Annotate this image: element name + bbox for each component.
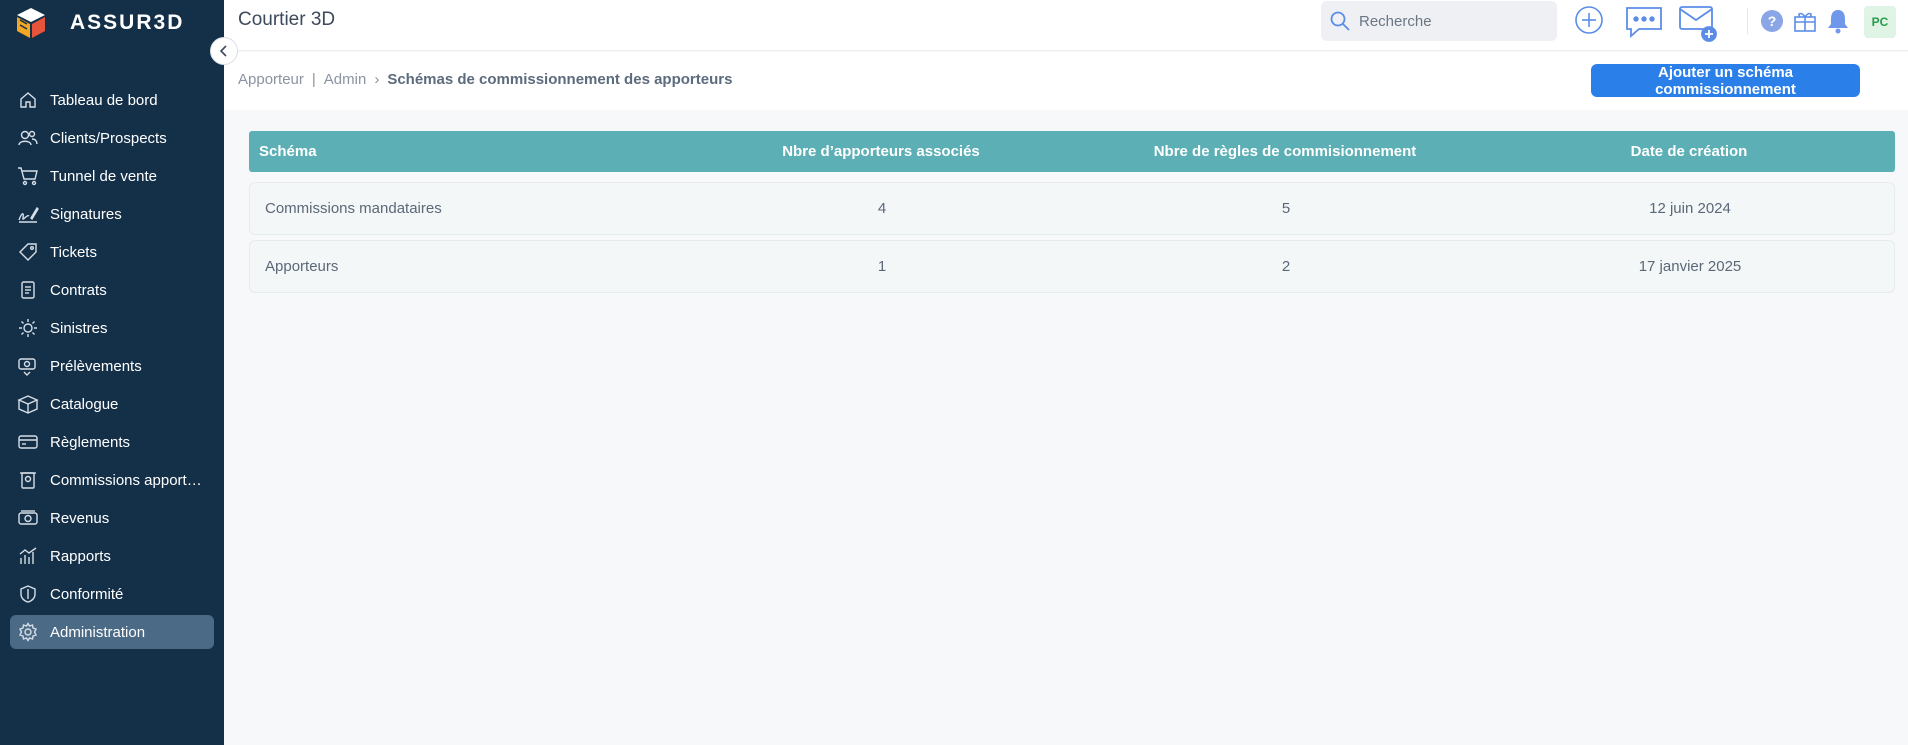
gift-icon [1794,12,1816,32]
sidebar-item-commissions-apporteurs[interactable]: Commissions apporteurs [10,463,214,497]
cell-apporteurs: 1 [877,258,887,275]
column-header-apporteurs[interactable]: Nbre d’apporteurs associés [679,143,1083,160]
sidebar-item-tunnel-de-vente[interactable]: Tunnel de vente [10,159,214,193]
sidebar-item-conformite[interactable]: Conformité [10,577,214,611]
help-icon: ? [1761,10,1783,32]
sidebar-item-label: Revenus [50,509,110,527]
gear-icon [16,620,40,644]
cell-schema: Apporteurs [265,258,339,275]
new-mail-button[interactable] [1678,4,1718,44]
sidebar-item-tickets[interactable]: Tickets [10,235,214,269]
top-header: Courtier 3D ? PC [224,0,1908,51]
bell-icon [1828,10,1848,34]
cell-date: 12 juin 2024 [1649,200,1731,217]
gift-button[interactable] [1792,7,1818,33]
cell-apporteurs: 4 [877,200,887,217]
breadcrumb: Apporteur | Admin › Schémas de commissio… [238,71,732,88]
breadcrumb-current: Schémas de commissionnement des apporteu… [387,71,733,88]
avatar[interactable]: PC [1864,6,1896,38]
search-box[interactable] [1321,1,1557,41]
commission-icon [16,468,40,492]
sidebar-item-rapports[interactable]: Rapports [10,539,214,573]
svg-text:?: ? [1768,13,1777,29]
sidebar-item-label: Commissions apporteurs [50,471,210,489]
catalog-icon [16,392,40,416]
help-button[interactable]: ? [1760,9,1784,33]
sidebar-item-clients-prospects[interactable]: Clients/Prospects [10,121,214,155]
sidebar-item-label: Tableau de bord [50,91,158,109]
sidebar-item-label: Rapports [50,547,111,565]
shield-icon [16,582,40,606]
sidebar-item-signatures[interactable]: Signatures [10,197,214,231]
breadcrumb-item-apporteur[interactable]: Apporteur [238,71,304,88]
sidebar-item-label: Règlements [50,433,131,451]
revenue-icon [16,506,40,530]
logo[interactable]: ASSUR3D [14,4,184,42]
column-header-date[interactable]: Date de création [1487,143,1891,160]
sidebar-item-administration[interactable]: Administration [10,615,214,649]
logo-cube-icon [17,8,45,38]
sidebar-nav: Tableau de bord Clients/Prospects Tunnel… [10,83,214,653]
chevron-right-icon: › [374,71,380,88]
table-row[interactable]: Apporteurs 1 2 17 janvier 2025 [249,240,1895,293]
home-icon [16,88,40,112]
table-header: Schéma Nbre d’apporteurs associés Nbre d… [249,131,1895,172]
column-header-regles[interactable]: Nbre de règles de commisionnement [1083,143,1487,160]
cart-icon [16,164,40,188]
sidebar: ASSUR3D Tableau de bord Clients/Prospect… [0,0,224,745]
breadcrumb-separator: | [311,71,316,88]
search-icon [1330,11,1350,31]
notifications-button[interactable] [1826,8,1850,34]
sidebar-item-label: Signatures [50,205,122,223]
debit-icon [16,354,40,378]
report-chart-icon [16,544,40,568]
claim-icon [16,316,40,340]
app-title: Courtier 3D [238,9,336,30]
sidebar-item-prelevements[interactable]: Prélèvements [10,349,214,383]
sidebar-item-label: Conformité [50,585,124,603]
add-commission-schema-button[interactable]: Ajouter un schéma commissionnement [1591,64,1860,98]
cell-regles: 5 [1281,200,1291,217]
payment-card-icon [16,430,40,454]
signature-icon [16,202,40,226]
sidebar-item-label: Tickets [50,243,97,261]
page-toolbar: Apporteur | Admin › Schémas de commissio… [224,52,1908,110]
sidebar-item-tableau-de-bord[interactable]: Tableau de bord [10,83,214,117]
users-icon [16,126,40,150]
cell-regles: 2 [1281,258,1291,275]
sidebar-item-catalogue[interactable]: Catalogue [10,387,214,421]
sidebar-item-label: Catalogue [50,395,119,413]
header-divider [1747,8,1748,34]
breadcrumb-item-admin[interactable]: Admin [324,71,367,88]
ticket-icon [16,240,40,264]
chevron-left-icon [219,45,227,57]
search-input[interactable] [1359,12,1539,30]
table-row[interactable]: Commissions mandataires 4 5 12 juin 2024 [249,182,1895,235]
logo-text: ASSUR3D [70,11,185,34]
contract-icon [16,278,40,302]
add-button[interactable] [1574,5,1604,35]
sidebar-item-label: Clients/Prospects [50,129,167,147]
column-header-schema[interactable]: Schéma [249,143,679,160]
cell-schema: Commissions mandataires [265,200,442,217]
mail-add-icon [1679,6,1717,42]
sidebar-item-label: Prélèvements [50,357,142,375]
sidebar-item-reglements[interactable]: Règlements [10,425,214,459]
chat-button[interactable] [1625,5,1663,39]
chat-bubble-icon [1626,7,1662,38]
plus-circle-icon [1575,6,1603,34]
sidebar-item-label: Contrats [50,281,107,299]
sidebar-item-contrats[interactable]: Contrats [10,273,214,307]
sidebar-item-sinistres[interactable]: Sinistres [10,311,214,345]
sidebar-item-label: Sinistres [50,319,108,337]
sidebar-item-revenus[interactable]: Revenus [10,501,214,535]
sidebar-item-label: Administration [50,623,146,641]
collapse-sidebar-button[interactable] [210,37,238,65]
cell-date: 17 janvier 2025 [1638,258,1742,275]
schemas-table: Schéma Nbre d’apporteurs associés Nbre d… [249,131,1895,293]
sidebar-item-label: Tunnel de vente [50,167,158,185]
